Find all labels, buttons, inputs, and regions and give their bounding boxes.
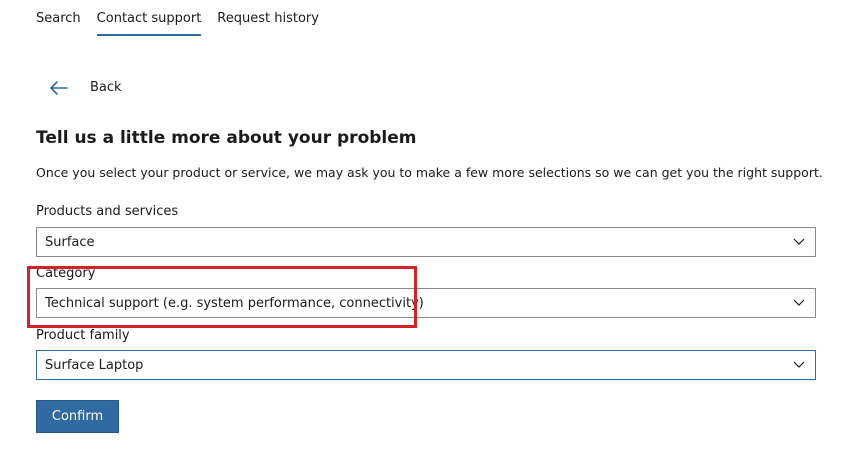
page-description: Once you select your product or service,… [36, 165, 823, 180]
chevron-down-icon [793, 299, 805, 307]
tab-contact-support[interactable]: Contact support [96, 11, 202, 36]
product-family-value: Surface Laptop [45, 357, 144, 373]
category-select[interactable]: Technical support (e.g. system performan… [36, 288, 816, 318]
back-button[interactable]: Back [50, 80, 122, 95]
confirm-button[interactable]: Confirm [36, 400, 119, 433]
category-value: Technical support (e.g. system performan… [45, 295, 424, 311]
products-value: Surface [45, 234, 95, 250]
category-label: Category [36, 266, 96, 281]
support-page: Search Contact support Request history B… [0, 0, 855, 457]
tab-request-history[interactable]: Request history [217, 11, 319, 36]
tab-search[interactable]: Search [36, 11, 81, 36]
chevron-down-icon [793, 238, 805, 246]
product-family-select[interactable]: Surface Laptop [36, 350, 816, 380]
chevron-down-icon [793, 361, 805, 369]
back-label: Back [90, 80, 122, 95]
support-tabs: Search Contact support Request history [36, 11, 319, 36]
page-title: Tell us a little more about your problem [36, 128, 417, 148]
arrow-left-icon [50, 80, 68, 95]
product-family-label: Product family [36, 328, 130, 343]
products-label: Products and services [36, 204, 179, 219]
products-select[interactable]: Surface [36, 227, 816, 257]
